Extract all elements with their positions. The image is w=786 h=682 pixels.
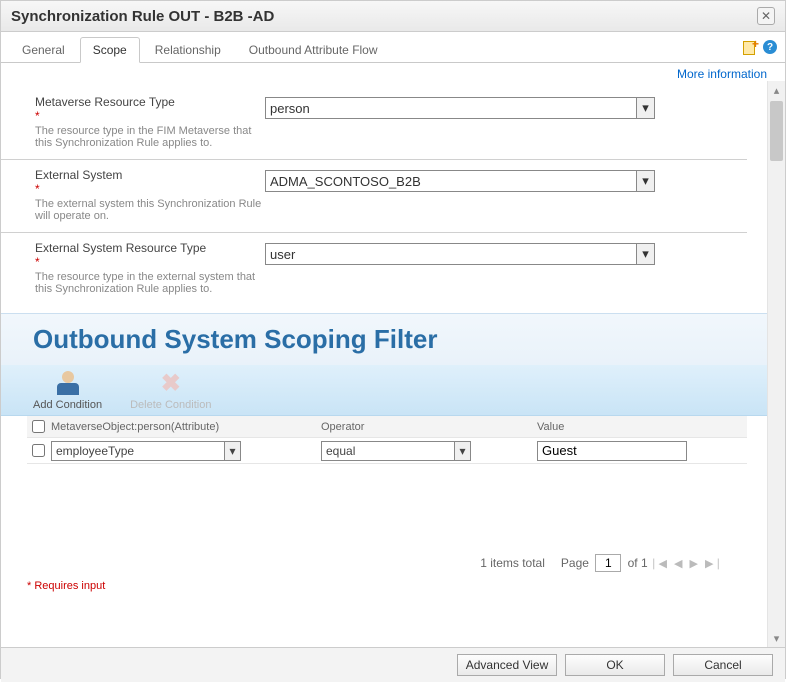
- col-header-attribute: MetaverseObject:person(Attribute): [49, 421, 319, 433]
- col-header-operator: Operator: [319, 421, 535, 433]
- field-metaverse-resource-type: Metaverse Resource Type * The resource t…: [1, 87, 747, 160]
- field-label: Metaverse Resource Type: [35, 95, 265, 109]
- chevron-down-icon: ▾: [224, 442, 240, 460]
- field-label: External System Resource Type: [35, 241, 265, 255]
- scoping-filter-toolbar: Add Condition ✖ Delete Condition: [1, 365, 767, 416]
- tab-relationship[interactable]: Relationship: [142, 37, 234, 62]
- button-bar: Advanced View OK Cancel: [1, 647, 785, 682]
- new-icon[interactable]: [741, 40, 755, 54]
- field-external-system-resource-type: External System Resource Type * The reso…: [1, 233, 747, 305]
- tab-general[interactable]: General: [9, 37, 78, 62]
- chevron-down-icon: ▾: [454, 442, 470, 460]
- chevron-down-icon: ▾: [636, 98, 654, 118]
- page-label-suffix: of 1: [628, 556, 648, 570]
- advanced-view-button[interactable]: Advanced View: [457, 654, 557, 676]
- field-external-system: External System * The external system th…: [1, 160, 747, 233]
- scoping-filter-header: Outbound System Scoping Filter: [1, 313, 767, 365]
- field-description: The resource type in the external system…: [35, 271, 265, 295]
- external-system-select[interactable]: ADMA_SCONTOSO_B2B ▾: [265, 170, 655, 192]
- pager-nav-icons[interactable]: ∣◀ ◀ ▶ ▶∣: [651, 558, 723, 570]
- metaverse-resource-type-select[interactable]: person ▾: [265, 97, 655, 119]
- required-marker: *: [35, 255, 40, 269]
- grid-header: MetaverseObject:person(Attribute) Operat…: [27, 416, 747, 438]
- select-value: user: [270, 247, 295, 262]
- select-value: ADMA_SCONTOSO_B2B: [270, 174, 421, 189]
- add-condition-icon: [54, 369, 82, 397]
- chevron-down-icon: ▾: [636, 244, 654, 264]
- titlebar: Synchronization Rule OUT - B2B -AD ✕: [1, 1, 785, 32]
- conditions-grid: MetaverseObject:person(Attribute) Operat…: [1, 416, 767, 578]
- help-icon[interactable]: ?: [763, 40, 777, 54]
- tab-strip: General Scope Relationship Outbound Attr…: [1, 32, 785, 63]
- tab-scope[interactable]: Scope: [80, 37, 140, 63]
- select-value: employeeType: [56, 444, 134, 458]
- ok-button[interactable]: OK: [565, 654, 665, 676]
- col-header-value: Value: [535, 421, 747, 433]
- delete-condition-button: ✖ Delete Condition: [130, 369, 211, 411]
- cancel-button[interactable]: Cancel: [673, 654, 773, 676]
- tool-label: Delete Condition: [130, 399, 211, 411]
- attribute-select[interactable]: employeeType ▾: [51, 441, 241, 461]
- more-information-link[interactable]: More information: [1, 63, 785, 81]
- select-all-checkbox[interactable]: [32, 420, 45, 433]
- tool-label: Add Condition: [33, 399, 102, 411]
- requires-input-note: * Requires input: [1, 578, 767, 598]
- scroll-down-icon[interactable]: ▾: [768, 629, 785, 647]
- external-system-resource-type-select[interactable]: user ▾: [265, 243, 655, 265]
- row-checkbox[interactable]: [32, 444, 45, 457]
- page-number-input[interactable]: [595, 554, 621, 572]
- select-value: equal: [326, 444, 355, 458]
- scroll-area: Metaverse Resource Type * The resource t…: [1, 81, 767, 647]
- vertical-scrollbar[interactable]: ▴ ▾: [767, 81, 785, 647]
- add-condition-button[interactable]: Add Condition: [33, 369, 102, 411]
- scroll-up-icon[interactable]: ▴: [768, 81, 785, 99]
- scroll-thumb[interactable]: [770, 101, 783, 161]
- required-marker: *: [35, 182, 40, 196]
- value-input[interactable]: [537, 441, 687, 461]
- items-total-label: 1 items total: [480, 556, 545, 570]
- section-title: Outbound System Scoping Filter: [33, 324, 751, 355]
- tab-outbound-attribute-flow[interactable]: Outbound Attribute Flow: [236, 37, 391, 62]
- window-title: Synchronization Rule OUT - B2B -AD: [11, 8, 274, 25]
- field-description: The external system this Synchronization…: [35, 198, 265, 222]
- grid-footer: 1 items total Page of 1 ∣◀ ◀ ▶ ▶∣: [27, 464, 747, 578]
- page-label-prefix: Page: [561, 556, 589, 570]
- required-marker: *: [35, 109, 40, 123]
- operator-select[interactable]: equal ▾: [321, 441, 471, 461]
- chevron-down-icon: ▾: [636, 171, 654, 191]
- delete-condition-icon: ✖: [157, 369, 185, 397]
- field-description: The resource type in the FIM Metaverse t…: [35, 125, 265, 149]
- field-label: External System: [35, 168, 265, 182]
- condition-row: employeeType ▾ equal ▾: [27, 438, 747, 464]
- close-button[interactable]: ✕: [757, 7, 775, 25]
- pager: Page of 1 ∣◀ ◀ ▶ ▶∣: [561, 554, 723, 572]
- select-value: person: [270, 101, 310, 116]
- content-area: Metaverse Resource Type * The resource t…: [1, 81, 785, 647]
